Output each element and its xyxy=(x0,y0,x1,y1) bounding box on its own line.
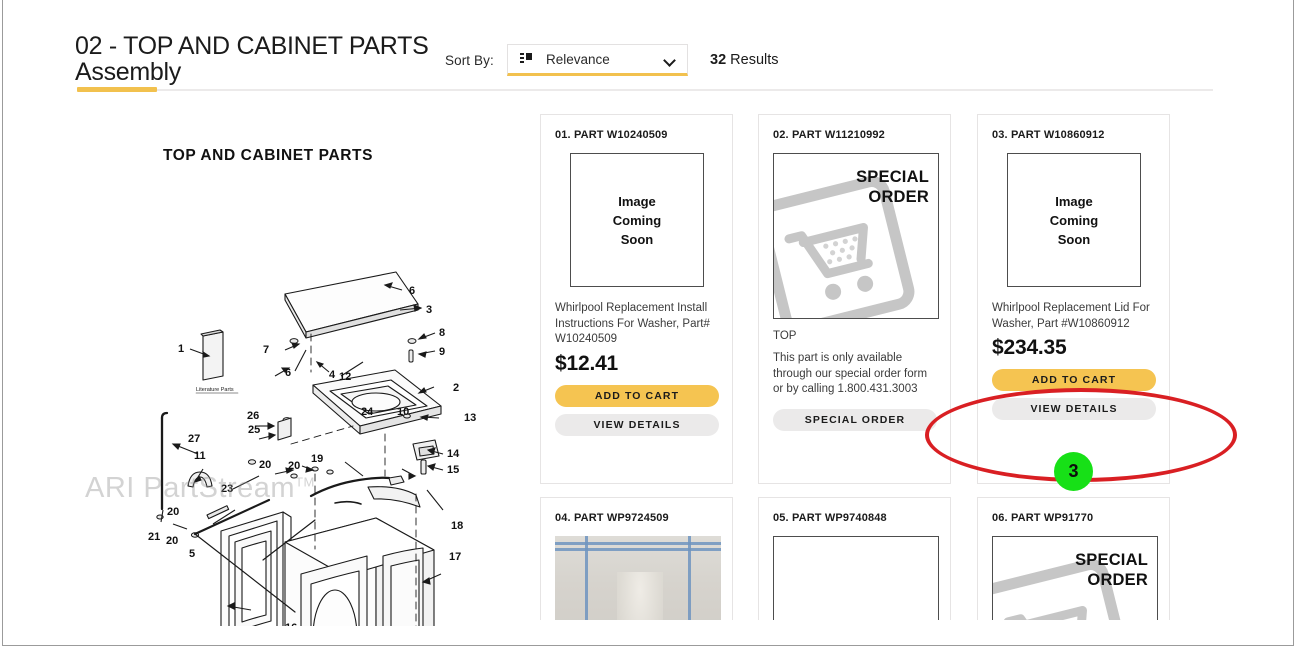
special-order-label: SPECIAL ORDER xyxy=(1075,551,1148,589)
part-number: 05. PART WP9740848 xyxy=(773,512,887,524)
results-grid: 01. PART W10240509 Image Coming Soon Whi… xyxy=(518,104,1218,620)
svg-text:26: 26 xyxy=(247,410,259,422)
page-frame: 02 - TOP AND CABINET PARTS Assembly Sort… xyxy=(2,0,1294,646)
svg-text:2: 2 xyxy=(453,382,459,394)
product-card[interactable]: 01. PART W10240509 Image Coming Soon Whi… xyxy=(540,114,733,484)
svg-text:3: 3 xyxy=(426,304,432,316)
header: 02 - TOP AND CABINET PARTS Assembly Sort… xyxy=(3,0,1293,100)
sort-by-label: Sort By: xyxy=(445,53,494,68)
product-card[interactable]: 06. PART WP91770 SPECIAL ORDER xyxy=(977,497,1170,620)
svg-text:Literature Parts: Literature Parts xyxy=(196,387,234,393)
product-price: $234.35 xyxy=(992,336,1067,359)
special-order-image: SPECIAL ORDER xyxy=(992,536,1158,620)
image-placeholder: Image Coming Soon xyxy=(1007,153,1141,287)
svg-text:25: 25 xyxy=(248,424,260,436)
image-placeholder: Image xyxy=(773,536,939,620)
svg-text:12: 12 xyxy=(339,371,351,383)
view-details-button[interactable]: VIEW DETAILS xyxy=(992,398,1156,420)
svg-text:6: 6 xyxy=(409,285,415,297)
title-divider xyxy=(77,89,1213,91)
svg-text:10: 10 xyxy=(397,406,409,418)
results-count-number: 32 xyxy=(710,52,727,68)
add-to-cart-button[interactable]: ADD TO CART xyxy=(555,384,719,407)
product-photo xyxy=(555,536,721,620)
svg-text:23: 23 xyxy=(221,483,233,495)
svg-text:21: 21 xyxy=(148,531,160,543)
special-order-image: SPECIAL ORDER xyxy=(773,153,939,319)
title-accent-bar xyxy=(77,87,157,92)
results-count-suffix: Results xyxy=(726,52,779,68)
part-number: 06. PART WP91770 xyxy=(992,512,1094,524)
svg-text:4: 4 xyxy=(329,369,336,381)
svg-text:16: 16 xyxy=(285,622,297,626)
product-card[interactable]: 03. PART W10860912 Image Coming Soon Whi… xyxy=(977,114,1170,484)
add-to-cart-button[interactable]: ADD TO CART xyxy=(992,369,1156,391)
product-title: TOP xyxy=(773,330,797,342)
svg-text:20: 20 xyxy=(259,459,271,471)
svg-text:20: 20 xyxy=(167,506,179,518)
chevron-down-icon xyxy=(664,56,675,63)
svg-text:17: 17 xyxy=(449,551,461,563)
svg-text:7: 7 xyxy=(263,344,269,356)
svg-text:19: 19 xyxy=(311,453,323,465)
svg-text:15: 15 xyxy=(447,464,459,476)
page-title: 02 - TOP AND CABINET PARTS Assembly xyxy=(75,32,429,86)
sort-select[interactable]: Relevance xyxy=(507,44,688,76)
image-placeholder: Image Coming Soon xyxy=(570,153,704,287)
svg-text:11: 11 xyxy=(194,450,206,462)
results-count: 32 Results xyxy=(710,52,779,68)
view-details-button[interactable]: VIEW DETAILS xyxy=(555,413,719,436)
product-price: $12.41 xyxy=(555,351,619,375)
product-card[interactable]: 02. PART W11210992 SPECIAL ORDER TOP Thi… xyxy=(758,114,951,484)
part-number: 02. PART W11210992 xyxy=(773,129,885,141)
parts-diagram[interactable]: TOP AND CABINET PARTS Literature Parts 1… xyxy=(23,104,513,626)
part-number: 01. PART W10240509 xyxy=(555,129,668,141)
svg-text:5: 5 xyxy=(189,548,195,560)
svg-text:6: 6 xyxy=(285,367,291,379)
svg-text:8: 8 xyxy=(439,327,445,339)
svg-text:20: 20 xyxy=(288,460,300,472)
svg-text:1: 1 xyxy=(178,343,184,355)
svg-text:18: 18 xyxy=(451,520,463,532)
sort-select-value: Relevance xyxy=(546,51,610,67)
part-number: 04. PART WP9724509 xyxy=(555,512,669,524)
svg-text:27: 27 xyxy=(188,433,200,445)
svg-text:20: 20 xyxy=(166,535,178,547)
diagram-illustration: Literature Parts 1 2 3 4 5 6 6 7 8 9 10 … xyxy=(148,271,476,626)
product-description: Whirlpool Replacement Lid For Washer, Pa… xyxy=(992,302,1150,330)
svg-text:13: 13 xyxy=(464,412,476,424)
special-order-button[interactable]: SPECIAL ORDER xyxy=(773,408,937,431)
product-card[interactable]: 05. PART WP9740848 Image xyxy=(758,497,951,620)
svg-text:14: 14 xyxy=(447,448,460,460)
svg-text:24: 24 xyxy=(361,406,374,418)
product-description: This part is only available through our … xyxy=(773,352,928,395)
sort-icon xyxy=(520,53,532,65)
part-number: 03. PART W10860912 xyxy=(992,129,1105,141)
special-order-label: SPECIAL ORDER xyxy=(856,168,929,206)
svg-text:9: 9 xyxy=(439,346,445,358)
product-description: Whirlpool Replacement Install Instructio… xyxy=(555,302,710,345)
product-card[interactable]: 04. PART WP9724509 xyxy=(540,497,733,620)
